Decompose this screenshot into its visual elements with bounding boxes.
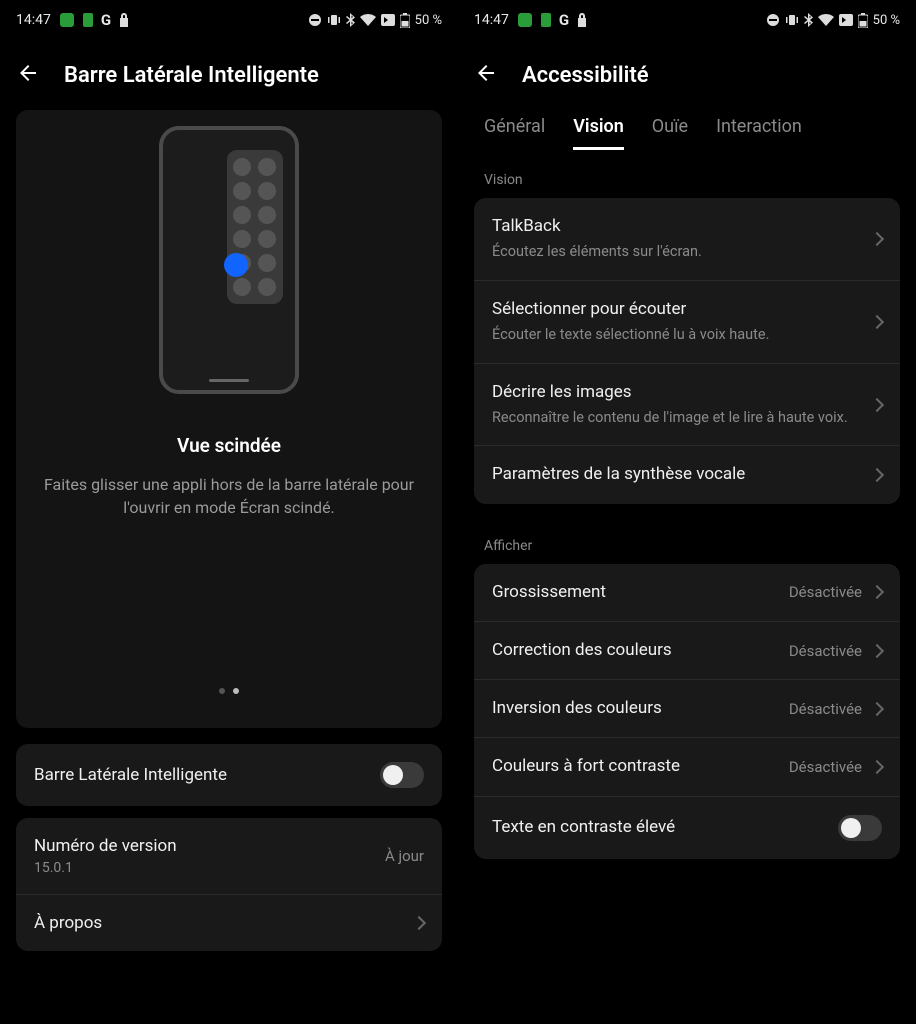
toggle-switch[interactable] [838,815,882,841]
battery-icon [400,13,410,28]
item-title: Texte en contraste élevé [492,817,826,838]
header: Barre Latérale Intelligente [0,40,458,110]
item-title: TalkBack [492,216,860,237]
item-title: Couleurs à fort contraste [492,756,777,777]
status-time: 14:47 [474,12,509,28]
back-button[interactable] [474,61,498,89]
page-title: Accessibilité [522,63,649,88]
item-title: Décrire les images [492,382,860,403]
chevron-right-icon [870,643,884,657]
item-status: Désactivée [789,583,862,601]
smart-sidebar-toggle-row[interactable]: Barre Latérale Intelligente [16,744,442,806]
chevron-right-icon [870,468,884,482]
phone-mock-illustration [159,126,299,394]
list-item-high-contrast-colors[interactable]: Couleurs à fort contraste Désactivée [474,738,900,796]
section-display-label: Afficher [458,516,916,564]
item-desc: Écouter le texte sélectionné lu à voix h… [492,325,860,345]
status-bar: 14:47 G 50 % [458,0,916,40]
list-item-color-inversion[interactable]: Inversion des couleurs Désactivée [474,680,900,738]
chevron-right-icon [870,397,884,411]
back-button[interactable] [16,61,40,89]
section-vision-label: Vision [458,150,916,198]
battery-icon [858,13,868,28]
preview-title: Vue scindée [177,434,281,457]
item-status: Désactivée [789,642,862,660]
version-title: Numéro de version [34,836,177,856]
battery-saver-icon [541,13,551,27]
wifi-icon [360,14,376,26]
chevron-right-icon [412,916,426,930]
battery-percent: 50 % [873,13,900,28]
tab-general[interactable]: Général [484,116,545,150]
vision-list: TalkBack Écoutez les éléments sur l'écra… [474,198,900,504]
version-value: 15.0.1 [34,860,177,876]
battery-percent: 50 % [415,13,442,28]
chevron-right-icon [870,585,884,599]
info-card: Numéro de version 15.0.1 À jour À propos [16,818,442,951]
tab-vision[interactable]: Vision [573,116,624,150]
list-item-color-correction[interactable]: Correction des couleurs Désactivée [474,622,900,680]
chevron-right-icon [870,315,884,329]
status-time: 14:47 [16,12,51,28]
list-item-tts-settings[interactable]: Paramètres de la synthèse vocale [474,446,900,503]
screen-sidebar-settings: 14:47 G 50 % Barre Latérale Intell [0,0,458,1024]
item-title: Correction des couleurs [492,640,777,661]
item-desc: Reconnaître le contenu de l'image et le … [492,408,860,428]
preview-card[interactable]: Vue scindée Faites glisser une appli hor… [16,110,442,728]
item-title: Paramètres de la synthèse vocale [492,464,860,485]
screen-accessibility: 14:47 G 50 % Accessibilité Général Visio… [458,0,916,1024]
drag-indicator-icon [224,253,248,277]
chevron-right-icon [870,760,884,774]
about-label: À propos [34,913,102,933]
wifi-icon [818,14,834,26]
item-title: Grossissement [492,582,777,603]
notif-icon-1 [59,12,75,28]
list-item-select-to-speak[interactable]: Sélectionner pour écouter Écouter le tex… [474,281,900,364]
toggle-switch[interactable] [380,762,424,788]
vibrate-icon [785,13,799,27]
list-item-magnification[interactable]: Grossissement Désactivée [474,564,900,622]
item-status: Désactivée [789,758,862,776]
tab-interaction[interactable]: Interaction [716,116,802,150]
list-item-high-contrast-text[interactable]: Texte en contraste élevé [474,797,900,859]
dnd-icon [308,13,322,27]
chevron-right-icon [870,702,884,716]
header: Accessibilité [458,40,916,110]
page-title: Barre Latérale Intelligente [64,63,319,88]
list-item-describe-images[interactable]: Décrire les images Reconnaître le conten… [474,364,900,447]
item-status: Désactivée [789,700,862,718]
bluetooth-icon [346,13,355,27]
battery-saver-icon [83,13,93,27]
toggle-card: Barre Latérale Intelligente [16,744,442,806]
item-title: Inversion des couleurs [492,698,777,719]
tab-hearing[interactable]: Ouïe [652,116,688,150]
item-title: Sélectionner pour écouter [492,299,860,320]
about-row[interactable]: À propos [16,895,442,951]
display-list: Grossissement Désactivée Correction des … [474,564,900,859]
tab-bar: Général Vision Ouïe Interaction [458,110,916,150]
lock-icon [577,13,587,27]
bluetooth-icon [804,13,813,27]
toggle-label: Barre Latérale Intelligente [34,765,227,785]
page-indicator [219,688,239,694]
version-row[interactable]: Numéro de version 15.0.1 À jour [16,818,442,895]
version-status: À jour [385,847,424,865]
lock-icon [119,13,129,27]
dnd-icon [766,13,780,27]
signal-icon [839,14,853,26]
google-icon: G [559,11,569,29]
google-icon: G [101,11,111,29]
vibrate-icon [327,13,341,27]
preview-description: Faites glisser une appli hors de la barr… [32,473,426,519]
item-desc: Écoutez les éléments sur l'écran. [492,242,860,262]
list-item-talkback[interactable]: TalkBack Écoutez les éléments sur l'écra… [474,198,900,281]
notif-icon-1 [517,12,533,28]
signal-icon [381,14,395,26]
chevron-right-icon [870,232,884,246]
status-bar: 14:47 G 50 % [0,0,458,40]
